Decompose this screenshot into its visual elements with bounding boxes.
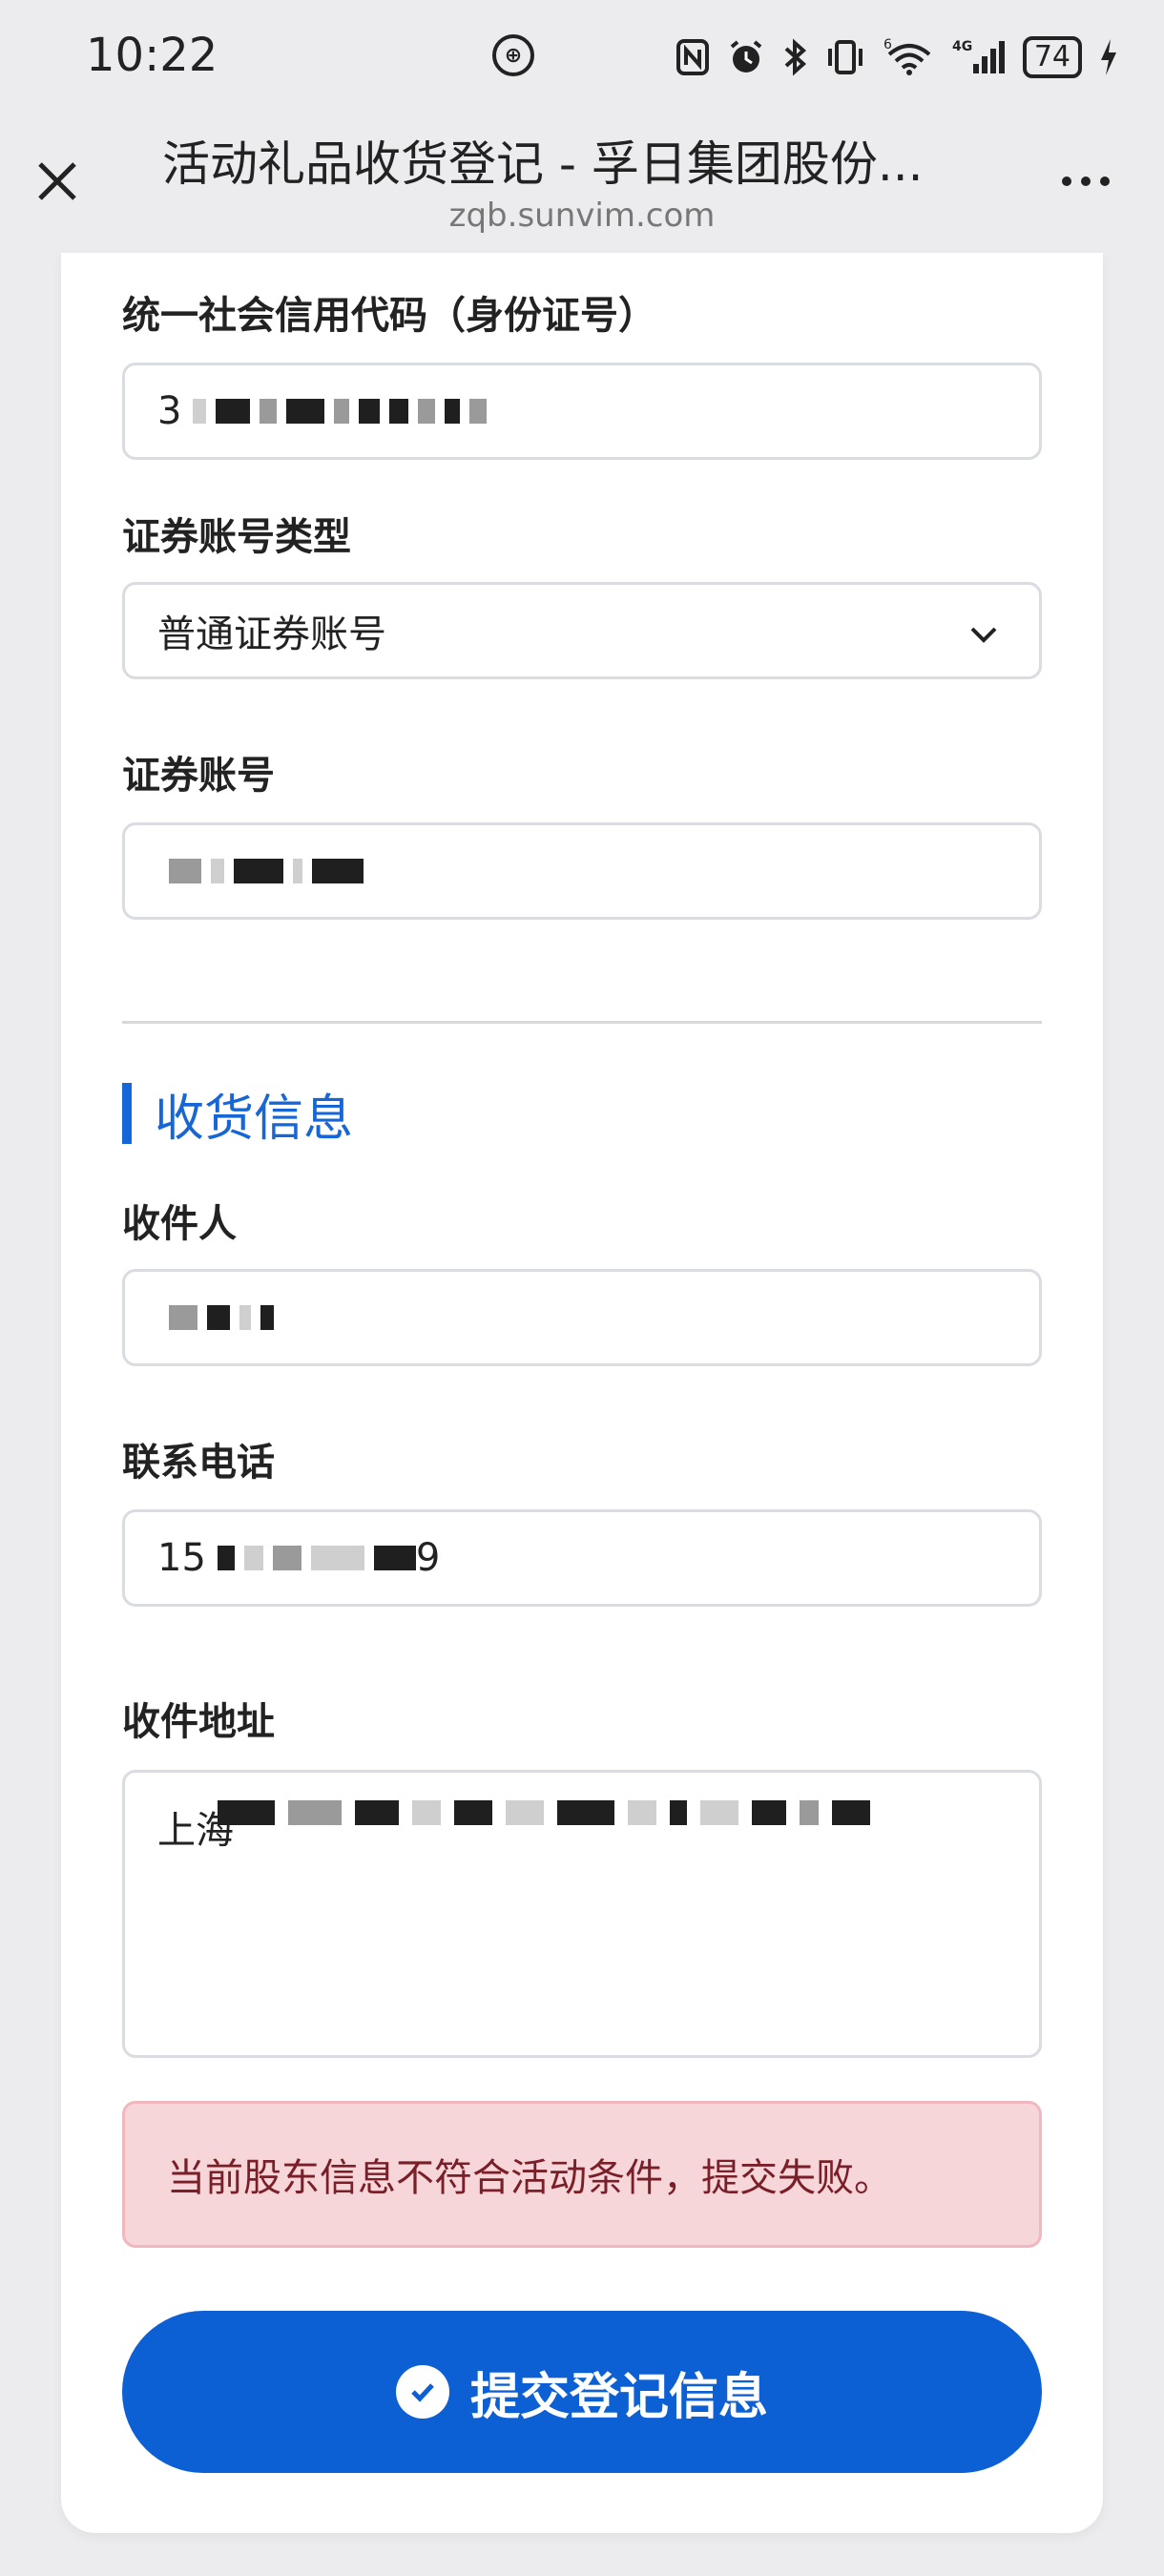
nfc-icon bbox=[676, 38, 710, 76]
error-message: 当前股东信息不符合活动条件，提交失败。 bbox=[167, 2156, 892, 2200]
section-accent-bar bbox=[122, 1083, 132, 1144]
account-type-value: 普通证券账号 bbox=[157, 613, 386, 656]
phone-input[interactable]: 15 9 bbox=[122, 1509, 1042, 1607]
more-dot-icon bbox=[1100, 177, 1110, 186]
redacted-mask bbox=[217, 1546, 416, 1570]
phone-label: 联系电话 bbox=[122, 1441, 275, 1485]
redacted-mask bbox=[169, 859, 364, 883]
svg-text:6: 6 bbox=[883, 37, 892, 52]
redacted-mask bbox=[193, 399, 488, 424]
alarm-icon bbox=[727, 38, 765, 76]
submit-button[interactable]: 提交登记信息 bbox=[122, 2311, 1042, 2473]
redacted-mask bbox=[218, 1800, 870, 1825]
phone-value-suffix: 9 bbox=[415, 1536, 441, 1580]
check-circle-icon bbox=[395, 2365, 449, 2419]
bluetooth-icon bbox=[782, 37, 807, 77]
svg-text:4G: 4G bbox=[952, 39, 972, 54]
account-number-label: 证券账号 bbox=[122, 754, 275, 798]
notification-icon: ⊕ bbox=[492, 34, 534, 76]
charging-icon bbox=[1099, 37, 1118, 77]
credit-code-input[interactable]: 3 bbox=[122, 363, 1042, 460]
status-time: 10:22 bbox=[86, 29, 218, 82]
vibrate-icon bbox=[824, 37, 866, 77]
cellular-signal-icon: 4G bbox=[952, 37, 1006, 77]
more-options-button[interactable] bbox=[1048, 153, 1124, 210]
battery-indicator: 74 bbox=[1022, 36, 1082, 78]
more-dot-icon bbox=[1062, 177, 1071, 186]
account-type-select[interactable]: 普通证券账号 bbox=[122, 582, 1042, 679]
status-icons: 6 4G 74 bbox=[676, 29, 1118, 86]
more-dot-icon bbox=[1081, 177, 1091, 186]
page-domain: zqb.sunvim.com bbox=[448, 197, 716, 235]
wifi-icon: 6 bbox=[883, 37, 935, 77]
shipping-section-heading: 收货信息 bbox=[155, 1090, 354, 1148]
error-alert: 当前股东信息不符合活动条件，提交失败。 bbox=[122, 2101, 1042, 2248]
account-type-label: 证券账号类型 bbox=[122, 515, 351, 559]
account-number-input[interactable] bbox=[122, 822, 1042, 920]
chevron-down-icon bbox=[970, 627, 997, 643]
redacted-mask bbox=[169, 1305, 274, 1330]
address-label: 收件地址 bbox=[122, 1700, 275, 1744]
page-title: 活动礼品收货登记 - 孚日集团股份... bbox=[162, 136, 924, 192]
recipient-label: 收件人 bbox=[122, 1202, 237, 1246]
shipping-section-title: 收货信息 bbox=[122, 1083, 353, 1148]
recipient-input[interactable] bbox=[122, 1269, 1042, 1366]
credit-code-label: 统一社会信用代码（身份证号） bbox=[122, 294, 656, 338]
browser-header: 10:22 ⊕ 6 4G 74 活动礼品收货登记 - 孚日集团股份... zqb… bbox=[0, 0, 1164, 253]
credit-code-value: 3 bbox=[157, 389, 182, 433]
phone-value-prefix: 15 bbox=[157, 1536, 206, 1580]
section-divider bbox=[122, 1021, 1042, 1024]
submit-label: 提交登记信息 bbox=[469, 2369, 768, 2425]
